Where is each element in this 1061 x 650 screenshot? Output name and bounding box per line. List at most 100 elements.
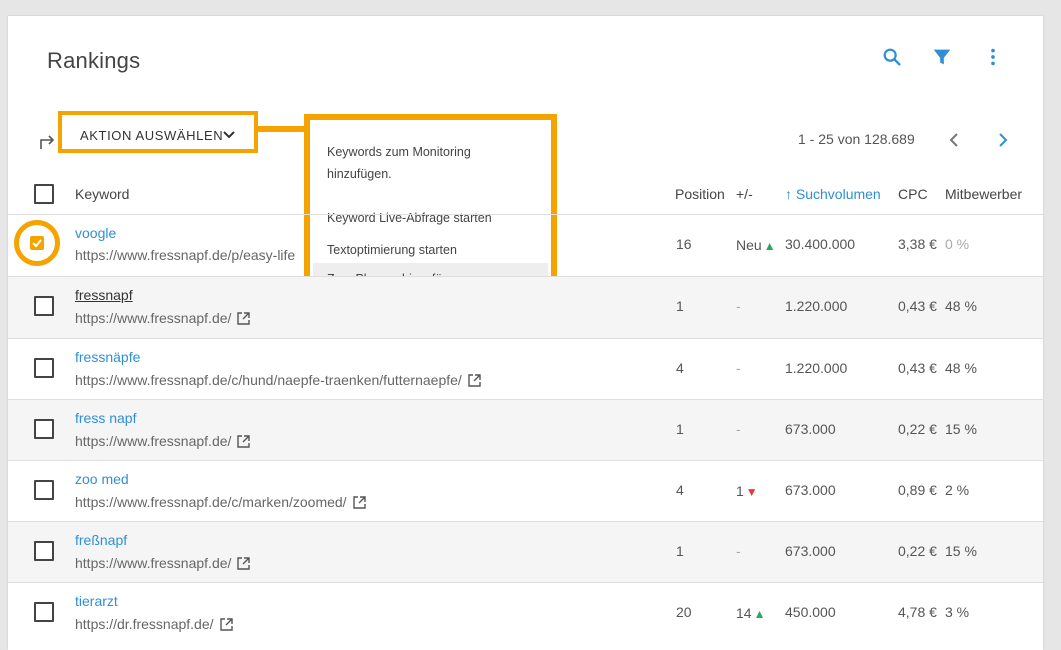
change-label: 14: [736, 605, 752, 621]
url-link[interactable]: https://www.fressnapf.de/: [75, 310, 251, 326]
select-action-label: AKTION AUSWÄHLEN: [80, 128, 224, 143]
url-link[interactable]: https://www.fressnapf.de/c/hund/naepfe-t…: [75, 372, 481, 388]
change-value: -: [736, 360, 741, 376]
table-row: freßnapf https://www.fressnapf.de/ 1 - 6…: [8, 522, 1043, 583]
trend-up-icon: ▲: [763, 239, 776, 253]
row-checkbox-checked[interactable]: [14, 220, 60, 266]
menu-item-add-to-monitoring[interactable]: Keywords zum Monitoring hinzufügen.: [313, 141, 548, 185]
chevron-down-icon: [223, 131, 235, 139]
volume-value: 1.220.000: [785, 360, 848, 376]
keyword-link[interactable]: freßnapf: [75, 532, 127, 548]
menu-item-label: Keywords zum Monitoring: [327, 145, 471, 159]
competition-value: 48 %: [945, 360, 977, 376]
change-value: -: [736, 298, 741, 314]
cpc-value: 0,43 €: [898, 298, 937, 314]
pagination-text: 1 - 25 von 128.689: [798, 131, 915, 147]
row-checkbox[interactable]: [34, 480, 54, 500]
table-row: tierarzt https://dr.fressnapf.de/ 20 14 ▲…: [8, 583, 1043, 644]
cpc-value: 0,43 €: [898, 360, 937, 376]
url-text: https://www.fressnapf.de/: [75, 310, 232, 326]
column-header-position[interactable]: Position: [675, 186, 725, 202]
url-text: https://www.fressnapf.de/c/marken/zoomed…: [75, 494, 347, 510]
position-value: 20: [676, 604, 692, 620]
url-link[interactable]: https://www.fressnapf.de/: [75, 433, 251, 449]
volume-value: 673.000: [785, 421, 836, 437]
filter-icon[interactable]: [931, 46, 953, 68]
position-value: 1: [676, 298, 684, 314]
bulk-action-arrow-icon: [40, 135, 55, 149]
column-header-keyword[interactable]: Keyword: [75, 186, 129, 202]
keyword-link[interactable]: zoo med: [75, 471, 129, 487]
competition-value: 0 %: [945, 236, 970, 252]
row-checkbox[interactable]: [34, 358, 54, 378]
change-value: -: [736, 543, 741, 559]
external-link-icon: [468, 374, 481, 387]
table-row: fress napf https://www.fressnapf.de/ 1 -…: [8, 400, 1043, 461]
change-label: Neu: [736, 237, 762, 253]
external-link-icon: [219, 618, 233, 631]
external-link-icon: [237, 312, 251, 325]
column-header-volume-label: Suchvolumen: [795, 186, 881, 202]
url-link[interactable]: https://www.fressnapf.de/p/easy-life: [75, 247, 295, 263]
cpc-value: 4,78 €: [898, 604, 937, 620]
url-link[interactable]: https://www.fressnapf.de/c/marken/zoomed…: [75, 494, 366, 510]
table-row: fressnäpfe https://www.fressnapf.de/c/hu…: [8, 339, 1043, 400]
change-label: 1: [736, 483, 744, 499]
select-all-checkbox[interactable]: [34, 184, 54, 204]
chevron-right-icon[interactable]: [993, 130, 1013, 150]
column-header-cpc[interactable]: CPC: [898, 186, 928, 202]
volume-value: 1.220.000: [785, 298, 848, 314]
more-vert-icon[interactable]: [982, 46, 1004, 68]
volume-value: 30.400.000: [785, 236, 856, 252]
position-value: 16: [676, 236, 692, 252]
trend-down-icon: ▼: [745, 485, 758, 499]
keyword-link[interactable]: voogle: [75, 225, 116, 241]
cpc-value: 0,22 €: [898, 543, 937, 559]
keyword-link[interactable]: tierarzt: [75, 593, 118, 609]
external-link-icon: [237, 557, 251, 570]
position-value: 4: [676, 360, 684, 376]
url-text: https://www.fressnapf.de/: [75, 433, 232, 449]
volume-value: 673.000: [785, 543, 836, 559]
volume-value: 673.000: [785, 482, 836, 498]
change-value: -: [736, 421, 741, 437]
search-icon[interactable]: [881, 46, 903, 68]
row-checkbox[interactable]: [34, 419, 54, 439]
keyword-link[interactable]: fressnapf: [75, 287, 133, 303]
column-header-volume[interactable]: ↑ Suchvolumen: [785, 186, 881, 202]
rankings-card: Rankings AKTION AUSWÄHLEN Keywords zum M…: [8, 16, 1043, 650]
url-link[interactable]: https://dr.fressnapf.de/: [75, 616, 233, 632]
page-title: Rankings: [47, 48, 141, 73]
position-value: 1: [676, 421, 684, 437]
competition-value: 15 %: [945, 421, 977, 437]
url-text: https://www.fressnapf.de/: [75, 555, 232, 571]
competition-value: 48 %: [945, 298, 977, 314]
check-icon: [32, 239, 42, 248]
column-header-competition[interactable]: Mitbewerber: [945, 186, 1022, 202]
position-value: 4: [676, 482, 684, 498]
url-text: https://www.fressnapf.de/c/hund/naepfe-t…: [75, 372, 462, 388]
competition-value: 2 %: [945, 482, 970, 498]
row-checkbox[interactable]: [34, 602, 54, 622]
row-checkbox[interactable]: [34, 296, 54, 316]
sort-asc-icon: ↑: [785, 186, 792, 202]
change-value: 1 ▼: [736, 483, 758, 499]
competition-value: 15 %: [945, 543, 977, 559]
highlight-connector: [258, 126, 304, 132]
column-header-change[interactable]: +/-: [736, 186, 753, 202]
cpc-value: 0,22 €: [898, 421, 937, 437]
volume-value: 450.000: [785, 604, 836, 620]
keyword-link[interactable]: fress napf: [75, 410, 136, 426]
chevron-left-icon[interactable]: [944, 130, 964, 150]
cpc-value: 3,38 €: [898, 236, 937, 252]
external-link-icon: [352, 496, 366, 509]
url-text: https://dr.fressnapf.de/: [75, 616, 214, 632]
table-row: fressnapf https://www.fressnapf.de/ 1 - …: [8, 277, 1043, 338]
table-row: voogle https://www.fressnapf.de/p/easy-l…: [8, 215, 1043, 276]
url-link[interactable]: https://www.fressnapf.de/: [75, 555, 251, 571]
row-checkbox[interactable]: [34, 541, 54, 561]
table-row: zoo med https://www.fressnapf.de/c/marke…: [8, 461, 1043, 522]
keyword-link[interactable]: fressnäpfe: [75, 349, 140, 365]
trend-up-icon: ▲: [753, 607, 766, 621]
select-action-button[interactable]: AKTION AUSWÄHLEN: [58, 111, 258, 153]
